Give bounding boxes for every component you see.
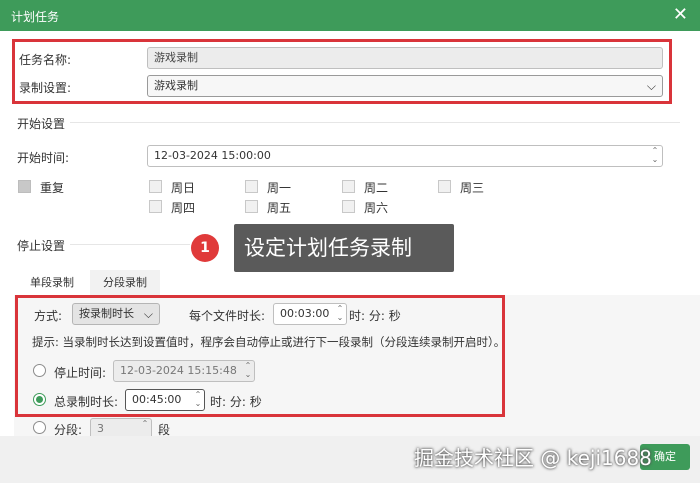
total-duration-field[interactable]: 00:45:00 ⌃ ⌄: [125, 389, 205, 411]
stop-time-field[interactable]: 12-03-2024 15:15:48 ⌃ ⌄: [113, 360, 255, 382]
day-checkbox-thu[interactable]: [149, 200, 162, 213]
day-checkbox-fri[interactable]: [245, 200, 258, 213]
start-time-field[interactable]: 12-03-2024 15:00:00 ⌃ ⌄: [147, 145, 663, 167]
start-section-title: 开始设置: [17, 117, 66, 131]
per-file-duration-label: 每个文件时长:: [189, 309, 266, 323]
chevron-up-icon[interactable]: ⌃: [336, 305, 344, 313]
day-checkbox-sat[interactable]: [342, 200, 355, 213]
day-label-fri: 周五: [267, 201, 292, 215]
watermark: 掘金技术社区 @ keji1688: [414, 446, 652, 470]
day-checkbox-tue[interactable]: [342, 180, 355, 193]
chevron-down-icon: ⌵: [143, 307, 153, 321]
start-time-value: 12-03-2024 15:00:00: [154, 149, 271, 162]
day-label-tue: 周二: [364, 181, 389, 195]
stop-divider: [70, 244, 190, 245]
per-file-duration-value: 00:03:00: [280, 307, 330, 320]
chevron-up-icon[interactable]: ⌃: [141, 420, 149, 428]
chevron-down-icon[interactable]: ⌄: [651, 156, 659, 164]
repeat-checkbox[interactable]: [18, 180, 31, 193]
total-duration-radio[interactable]: [33, 393, 46, 406]
day-label-sun: 周日: [171, 181, 196, 195]
repeat-label: 重复: [40, 181, 65, 195]
total-duration-unit: 时: 分: 秒: [210, 395, 262, 409]
segment-count-value: 3: [97, 422, 104, 435]
tab-segmented-recording[interactable]: 分段录制: [90, 270, 160, 295]
chevron-down-icon[interactable]: ⌄: [194, 400, 202, 408]
total-duration-label: 总录制时长:: [54, 395, 119, 409]
chevron-up-icon[interactable]: ⌃: [244, 362, 252, 370]
total-duration-value: 00:45:00: [132, 393, 182, 406]
start-time-label: 开始时间:: [17, 151, 70, 165]
step-badge: 1: [191, 234, 219, 262]
stop-time-value: 12-03-2024 15:15:48: [120, 364, 237, 377]
hint-text: 提示: 当录制时长达到设置值时，程序会自动停止或进行下一段录制（分段连续录制开启…: [32, 335, 506, 349]
stop-section-title: 停止设置: [17, 239, 66, 253]
tab-single-recording[interactable]: 单段录制: [19, 270, 85, 295]
day-label-mon: 周一: [267, 181, 292, 195]
record-setting-label: 录制设置:: [19, 81, 72, 95]
per-file-duration-field[interactable]: 00:03:00 ⌃ ⌄: [273, 303, 347, 325]
day-checkbox-mon[interactable]: [245, 180, 258, 193]
task-name-field[interactable]: 游戏录制: [147, 47, 663, 69]
task-name-label: 任务名称:: [19, 53, 72, 67]
chevron-up-icon[interactable]: ⌃: [651, 147, 659, 155]
chevron-down-icon: ⌵: [646, 79, 656, 93]
method-label: 方式:: [34, 309, 63, 323]
chevron-down-icon[interactable]: ⌄: [244, 371, 252, 379]
chevron-up-icon[interactable]: ⌃: [194, 391, 202, 399]
callout-label: 设定计划任务录制: [234, 224, 454, 272]
per-file-duration-unit: 时: 分: 秒: [349, 309, 401, 323]
day-checkbox-sun[interactable]: [149, 180, 162, 193]
segment-radio[interactable]: [33, 421, 46, 434]
stop-time-label: 停止时间:: [54, 366, 107, 380]
record-setting-value: 游戏录制: [154, 79, 198, 92]
chevron-down-icon[interactable]: ⌄: [336, 314, 344, 322]
day-label-thu: 周四: [171, 201, 196, 215]
method-select[interactable]: 按录制时长 ⌵: [72, 303, 160, 325]
close-icon[interactable]: ✕: [673, 5, 688, 25]
window-title: 计划任务: [11, 10, 60, 24]
day-label-sat: 周六: [364, 201, 389, 215]
stop-time-radio[interactable]: [33, 364, 46, 377]
day-checkbox-wed[interactable]: [438, 180, 451, 193]
title-bar: 计划任务 ✕: [0, 0, 700, 31]
day-label-wed: 周三: [460, 181, 485, 195]
record-setting-select[interactable]: 游戏录制 ⌵: [147, 75, 663, 97]
method-value: 按录制时长: [79, 307, 134, 320]
start-divider: [70, 122, 680, 123]
